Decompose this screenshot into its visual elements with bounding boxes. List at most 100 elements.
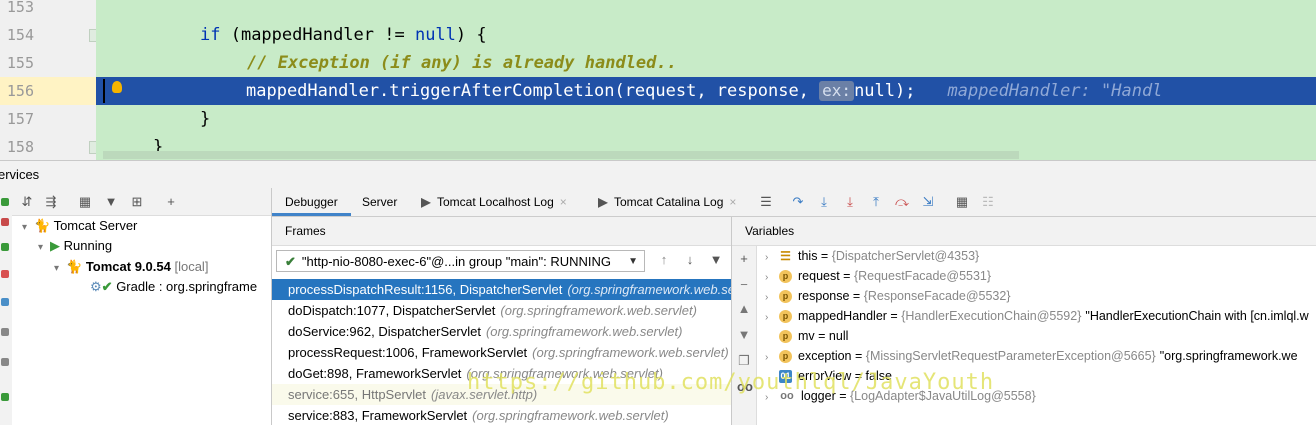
chevron-right-icon[interactable]: › (765, 308, 779, 328)
tree-item-running[interactable]: ▾ ▶ Running (38, 236, 112, 256)
stop-icon[interactable] (1, 218, 9, 226)
copy-icon[interactable]: ❐ (737, 354, 751, 368)
move-up-icon[interactable]: ▲ (737, 302, 751, 316)
run-to-cursor-icon[interactable]: ⇲ (921, 195, 935, 209)
services-toolbar: ⇵ ⇶ ▦ ▼ ⊞ + (12, 188, 271, 216)
menu-icon[interactable]: ☰ (759, 195, 773, 209)
frame-method: doService:962, DispatcherServlet (288, 324, 481, 339)
equals-sign: = (817, 249, 832, 263)
frame-row[interactable]: doService:962, DispatcherServlet (org.spr… (272, 321, 731, 342)
services-tree[interactable]: ▾ 🐈 Tomcat Server ▾ ▶ Running ▾ 🐈 Tomcat 9.… (12, 216, 271, 425)
variable-name: request (798, 269, 840, 283)
line-number: 158 (6, 138, 34, 156)
arrow-down-icon[interactable]: ↓ (683, 253, 697, 267)
editor-gutter[interactable]: 153 154 155 156 157 158 (0, 0, 102, 160)
add-watch-icon[interactable]: + (737, 252, 751, 266)
frame-package: (org.springframework.web.se (567, 282, 731, 297)
group-by-icon[interactable]: ▦ (78, 195, 92, 209)
run-icon[interactable] (1, 393, 9, 401)
remove-watch-icon[interactable]: − (737, 278, 751, 292)
chevron-down-icon[interactable]: ▾ (22, 218, 34, 238)
move-down-icon[interactable]: ▼ (737, 328, 751, 342)
add-service-icon[interactable]: + (164, 195, 178, 209)
parameter-icon: p (779, 290, 792, 304)
tree-item-gradle-artifact[interactable]: ⚙✔ Gradle : org.springframe (90, 277, 257, 297)
equals-sign: = (814, 329, 829, 343)
thread-selector[interactable]: ✔ "http-nio-8080-exec-6"@...in group "mai… (276, 250, 645, 272)
check-icon: ✔ (101, 279, 113, 294)
chevron-down-icon[interactable]: ▼ (628, 251, 638, 271)
drop-frame-icon[interactable]: ⤼ (895, 195, 909, 209)
frame-row[interactable]: processRequest:1006, FrameworkServlet (or… (272, 342, 731, 363)
watermark: https://github.com/youthlql/JavaYouth (467, 370, 995, 395)
tab-server[interactable]: Server (362, 188, 397, 216)
artifact-icon: ⚙ (90, 279, 102, 294)
debugger-tab-bar: Debugger Server Tomcat Localhost Log × To… (272, 188, 1316, 217)
frame-method: doDispatch:1077, DispatcherServlet (288, 303, 496, 318)
frame-package: (org.springframework.web.servlet) (532, 345, 729, 360)
code-line-157: } (200, 109, 211, 129)
variable-row[interactable]: › ☰ this = {DispatcherServlet@4353} (765, 246, 983, 266)
line-number: 153 (6, 0, 34, 16)
variable-row[interactable]: › p mappedHandler = {HandlerExecutionChain… (765, 306, 1309, 326)
parameter-icon: p (779, 310, 792, 324)
chevron-right-icon[interactable]: › (765, 288, 779, 308)
variable-row[interactable]: › p exception = {MissingServletRequestPara… (765, 346, 1298, 366)
variable-row[interactable]: › p request = {RequestFacade@5531} (765, 266, 995, 286)
variables-title: Variables (745, 224, 795, 238)
trace-icon[interactable]: ☷ (981, 195, 995, 209)
tab-label: Tomcat Catalina Log (614, 195, 724, 209)
close-icon[interactable]: × (729, 195, 736, 209)
close-icon[interactable]: × (560, 195, 567, 209)
frame-row[interactable]: doDispatch:1077, DispatcherServlet (org.s… (272, 300, 731, 321)
stop-icon[interactable] (1, 270, 9, 278)
collapse-all-icon[interactable]: ⇶ (44, 195, 58, 209)
new-tab-icon[interactable]: ⊞ (130, 195, 144, 209)
variable-value: {ResponseFacade@5532} (863, 289, 1011, 303)
step-into-icon[interactable]: ⤓ (843, 195, 857, 209)
variable-name: mv (798, 329, 815, 343)
tab-tomcat-localhost-log[interactable]: Tomcat Localhost Log × (421, 188, 567, 216)
variables-header: Variables (732, 217, 1316, 246)
tab-label: Debugger (285, 195, 338, 209)
variable-row[interactable]: › p response = {ResponseFacade@5532} (765, 286, 1015, 306)
tree-item-tomcat-instance[interactable]: ▾ 🐈 Tomcat 9.0.54 [local] (54, 257, 208, 277)
horizontal-scrollbar[interactable] (103, 151, 1019, 159)
tab-tomcat-catalina-log[interactable]: Tomcat Catalina Log × (598, 188, 736, 216)
step-out-icon[interactable]: ⤒ (869, 195, 883, 209)
object-icon: ☰ (780, 249, 791, 264)
step-over-icon[interactable]: ⤓ (817, 195, 831, 209)
tab-debugger[interactable]: Debugger (272, 188, 351, 216)
filter-icon[interactable]: ▼ (104, 195, 118, 209)
chevron-down-icon[interactable]: ▾ (38, 238, 50, 258)
variables-list[interactable]: › ☰ this = {DispatcherServlet@4353} › p reque… (757, 246, 1316, 425)
chevron-right-icon[interactable]: › (765, 268, 779, 288)
expand-all-icon[interactable]: ⇵ (20, 195, 34, 209)
chevron-down-icon[interactable]: ▾ (54, 259, 66, 279)
variable-value: {RequestFacade@5531} (853, 269, 992, 283)
frames-list[interactable]: processDispatchResult:1156, DispatcherSe… (272, 279, 731, 425)
variable-name: response (798, 289, 850, 303)
code-editor[interactable]: 153 154 155 156 157 158 if (mappedHandle… (0, 0, 1316, 160)
show-execution-point-icon[interactable]: ↷ (791, 195, 805, 209)
variable-name: mappedHandler (798, 309, 887, 323)
intention-bulb-icon[interactable] (112, 81, 122, 93)
layout-icon[interactable] (1, 358, 9, 366)
line-number: 155 (6, 54, 34, 72)
filter-icon[interactable]: ▼ (709, 253, 723, 267)
tree-item-tomcat-server[interactable]: ▾ 🐈 Tomcat Server (22, 216, 137, 236)
debug-icon[interactable] (1, 243, 9, 251)
deploy-icon[interactable] (1, 298, 9, 306)
tab-label: Server (362, 195, 398, 209)
chevron-right-icon[interactable]: › (765, 248, 779, 268)
frame-row[interactable]: service:883, FrameworkServlet (org.spring… (272, 405, 731, 425)
variable-detail: "org.springframework.we (1159, 349, 1298, 363)
code-line-156: mappedHandler.triggerAfterCompletion(req… (150, 77, 1162, 105)
frame-row[interactable]: processDispatchResult:1156, DispatcherSe… (272, 279, 731, 300)
run-icon[interactable] (1, 198, 9, 206)
chevron-right-icon[interactable]: › (765, 348, 779, 368)
variable-row[interactable]: p mv = null (765, 326, 848, 346)
settings-icon[interactable] (1, 328, 9, 336)
arrow-up-icon[interactable]: ↑ (657, 253, 671, 267)
evaluate-expression-icon[interactable]: ▦ (955, 195, 969, 209)
